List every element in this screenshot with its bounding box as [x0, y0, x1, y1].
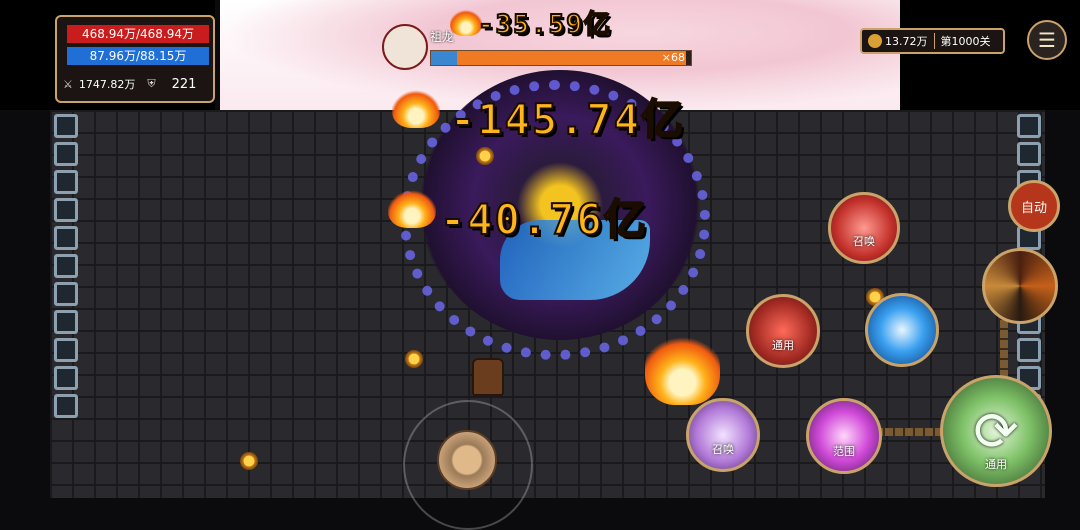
auto-button[interactable]: 自动: [1008, 180, 1060, 232]
refresh-icon: ⟳: [973, 400, 1019, 463]
defense-value: 221: [171, 76, 197, 92]
flame-icon: [392, 88, 440, 128]
divider: [933, 33, 935, 49]
skill-label: 通用: [772, 339, 794, 352]
shield-icon: ⛨: [147, 77, 156, 90]
fireball-icon: [645, 330, 720, 405]
boss-bar-multiplier: ×68: [661, 51, 685, 64]
hp-bar: 468.94万/468.94万: [67, 25, 209, 43]
attack-value: 1747.82万: [78, 78, 136, 91]
main-attack-button[interactable]: ⟳ 通用: [940, 375, 1052, 487]
left-wall: [50, 110, 82, 498]
damage-number: -35.59亿: [477, 9, 612, 41]
boss-portrait: [382, 24, 428, 70]
damage-number: -40.76亿: [439, 194, 648, 245]
stat-row: ⚔ 1747.82万 ⛨ 221: [63, 73, 209, 95]
player-stats-panel: 468.94万/468.94万 87.96万/88.15万 ⚔ 1747.82万…: [55, 15, 215, 103]
player-character: [472, 358, 504, 396]
coin-icon: [405, 350, 423, 368]
range-skill-button[interactable]: 范围: [806, 398, 882, 474]
mp-bar: 87.96万/88.15万: [67, 47, 209, 65]
currency-panel: 13.72万 第1000关: [860, 28, 1005, 54]
sword-icon: ⚔: [63, 77, 73, 91]
fire-skill-button[interactable]: [982, 248, 1058, 324]
damage-number: -145.74亿: [449, 94, 686, 145]
gold-coin-icon: [868, 34, 882, 48]
boss-name: 祖龙: [430, 30, 455, 44]
general-skill-button[interactable]: 通用: [746, 294, 820, 368]
summon-skill-button[interactable]: 召唤: [828, 192, 900, 264]
skill-label: 召唤: [712, 443, 734, 456]
flame-icon: [388, 188, 436, 228]
coin-icon: [240, 452, 258, 470]
coin-icon: [476, 147, 494, 165]
ice-skill-button[interactable]: [865, 293, 939, 367]
skill-label: 召唤: [853, 235, 875, 248]
stage-label: 第1000关: [940, 35, 991, 48]
skill-label: 范围: [833, 445, 855, 458]
gold-amount: 13.72万: [885, 35, 928, 48]
boss-health-bar: ×68: [430, 50, 692, 66]
boss-shield-fill: [431, 51, 457, 65]
summon-ghost-skill-button[interactable]: 召唤: [686, 398, 760, 472]
menu-icon: ☰: [1038, 28, 1056, 52]
joystick-knob[interactable]: [437, 430, 497, 490]
boss-health-fill: [431, 51, 686, 65]
menu-button[interactable]: ☰: [1027, 20, 1067, 60]
